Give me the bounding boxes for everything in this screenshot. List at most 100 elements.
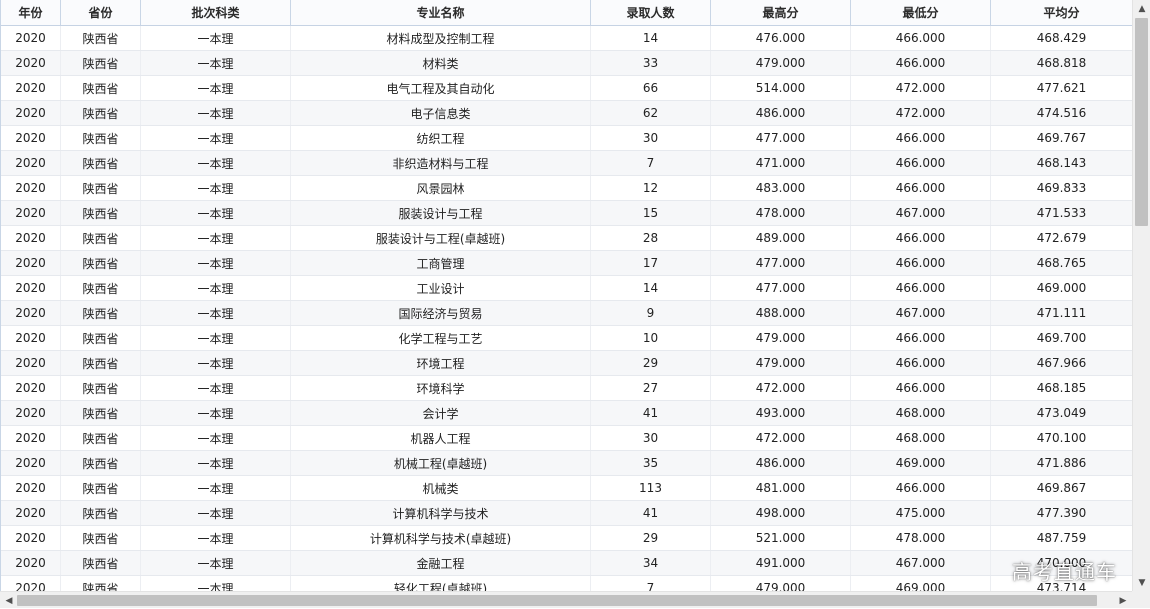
- table-cell: 29: [591, 526, 711, 550]
- table-cell: 一本理: [141, 201, 291, 225]
- table-row[interactable]: 2020 陕西省 一本理 会计学 41 493.000 468.000 473.049: [1, 401, 1133, 426]
- table-cell: 479.000: [711, 326, 851, 350]
- data-grid: 年份 省份 批次科类 专业名称 录取人数 最高分 最低分 平均分 2020 陕西省 一本理 材料成型…: [0, 0, 1133, 591]
- table-cell: 2020: [1, 551, 61, 575]
- table-cell: 一本理: [141, 301, 291, 325]
- vertical-scrollbar[interactable]: ▲ ▼: [1132, 0, 1150, 591]
- table-cell: 2020: [1, 76, 61, 100]
- scroll-right-icon[interactable]: ▶: [1114, 592, 1132, 609]
- table-row[interactable]: 2020 陕西省 一本理 计算机科学与技术 41 498.000 475.000 477.39…: [1, 501, 1133, 526]
- table-cell: 466.000: [851, 226, 991, 250]
- table-cell: 469.000: [991, 276, 1133, 300]
- table-cell: 469.867: [991, 476, 1133, 500]
- table-cell: 2020: [1, 51, 61, 75]
- table-cell: 陕西省: [61, 301, 141, 325]
- table-cell: 2020: [1, 376, 61, 400]
- table-cell: 17: [591, 251, 711, 275]
- table-cell: 金融工程: [291, 551, 591, 575]
- table-row[interactable]: 2020 陕西省 一本理 工业设计 14 477.000 466.000 469.000: [1, 276, 1133, 301]
- horizontal-scroll-thumb[interactable]: [17, 595, 1097, 606]
- table-cell: 陕西省: [61, 426, 141, 450]
- column-header[interactable]: 批次科类: [141, 0, 291, 25]
- table-row[interactable]: 2020 陕西省 一本理 环境工程 29 479.000 466.000 467.966: [1, 351, 1133, 376]
- column-header[interactable]: 最低分: [851, 0, 991, 25]
- table-cell: 466.000: [851, 326, 991, 350]
- table-cell: 计算机科学与技术: [291, 501, 591, 525]
- table-cell: 28: [591, 226, 711, 250]
- table-cell: 468.000: [851, 426, 991, 450]
- table-row[interactable]: 2020 陕西省 一本理 轻化工程(卓越班) 7 479.000 469.000 473.71…: [1, 576, 1133, 591]
- scroll-down-icon[interactable]: ▼: [1133, 574, 1150, 591]
- scrollbar-corner: [1132, 591, 1150, 608]
- table-cell: 468.818: [991, 51, 1133, 75]
- table-cell: 一本理: [141, 476, 291, 500]
- table-row[interactable]: 2020 陕西省 一本理 机械工程(卓越班) 35 486.000 469.000 471.8…: [1, 451, 1133, 476]
- column-header[interactable]: 录取人数: [591, 0, 711, 25]
- table-cell: 113: [591, 476, 711, 500]
- table-cell: 467.000: [851, 551, 991, 575]
- table-row[interactable]: 2020 陕西省 一本理 电子信息类 62 486.000 472.000 474.516: [1, 101, 1133, 126]
- scroll-up-icon[interactable]: ▲: [1133, 0, 1150, 17]
- table-row[interactable]: 2020 陕西省 一本理 机器人工程 30 472.000 468.000 470.100: [1, 426, 1133, 451]
- table-cell: 34: [591, 551, 711, 575]
- table-cell: 472.679: [991, 226, 1133, 250]
- table-cell: 2020: [1, 501, 61, 525]
- table-cell: 471.111: [991, 301, 1133, 325]
- table-cell: 一本理: [141, 176, 291, 200]
- column-header[interactable]: 专业名称: [291, 0, 591, 25]
- table-cell: 风景园林: [291, 176, 591, 200]
- table-cell: 2020: [1, 276, 61, 300]
- table-cell: 483.000: [711, 176, 851, 200]
- table-cell: 467.000: [851, 301, 991, 325]
- table-row[interactable]: 2020 陕西省 一本理 工商管理 17 477.000 466.000 468.765: [1, 251, 1133, 276]
- table-row[interactable]: 2020 陕西省 一本理 环境科学 27 472.000 466.000 468.185: [1, 376, 1133, 401]
- table-row[interactable]: 2020 陕西省 一本理 材料类 33 479.000 466.000 468.818: [1, 51, 1133, 76]
- table-row[interactable]: 2020 陕西省 一本理 纺织工程 30 477.000 466.000 469.767: [1, 126, 1133, 151]
- table-cell: 521.000: [711, 526, 851, 550]
- table-cell: 陕西省: [61, 551, 141, 575]
- horizontal-scrollbar[interactable]: ◀ ▶: [0, 591, 1132, 608]
- table-row[interactable]: 2020 陕西省 一本理 计算机科学与技术(卓越班) 29 521.000 478.000 4…: [1, 526, 1133, 551]
- table-cell: 一本理: [141, 51, 291, 75]
- table-cell: 一本理: [141, 576, 291, 591]
- table-row[interactable]: 2020 陕西省 一本理 服装设计与工程 15 478.000 467.000 471.533: [1, 201, 1133, 226]
- column-header[interactable]: 年份: [1, 0, 61, 25]
- table-cell: 陕西省: [61, 326, 141, 350]
- table-body: 2020 陕西省 一本理 材料成型及控制工程 14 476.000 466.000 468.4…: [1, 26, 1133, 591]
- table-cell: 472.000: [851, 101, 991, 125]
- column-header[interactable]: 最高分: [711, 0, 851, 25]
- column-header[interactable]: 省份: [61, 0, 141, 25]
- table-cell: 514.000: [711, 76, 851, 100]
- table-cell: 477.000: [711, 276, 851, 300]
- table-row[interactable]: 2020 陕西省 一本理 金融工程 34 491.000 467.000 470.000: [1, 551, 1133, 576]
- table-cell: 469.767: [991, 126, 1133, 150]
- table-cell: 一本理: [141, 426, 291, 450]
- table-cell: 471.886: [991, 451, 1133, 475]
- table-row[interactable]: 2020 陕西省 一本理 材料成型及控制工程 14 476.000 466.000 468.4…: [1, 26, 1133, 51]
- table-row[interactable]: 2020 陕西省 一本理 风景园林 12 483.000 466.000 469.833: [1, 176, 1133, 201]
- table-cell: 一本理: [141, 326, 291, 350]
- table-cell: 2020: [1, 476, 61, 500]
- table-cell: 469.833: [991, 176, 1133, 200]
- table-cell: 14: [591, 276, 711, 300]
- scroll-left-icon[interactable]: ◀: [0, 592, 18, 609]
- table-cell: 国际经济与贸易: [291, 301, 591, 325]
- table-cell: 陕西省: [61, 201, 141, 225]
- table-cell: 一本理: [141, 226, 291, 250]
- table-cell: 2020: [1, 301, 61, 325]
- table-cell: 466.000: [851, 51, 991, 75]
- table-cell: 466.000: [851, 126, 991, 150]
- table-row[interactable]: 2020 陕西省 一本理 非织造材料与工程 7 471.000 466.000 468.143: [1, 151, 1133, 176]
- table-row[interactable]: 2020 陕西省 一本理 国际经济与贸易 9 488.000 467.000 471.111: [1, 301, 1133, 326]
- table-cell: 陕西省: [61, 26, 141, 50]
- table-cell: 469.000: [851, 451, 991, 475]
- table-cell: 材料成型及控制工程: [291, 26, 591, 50]
- table-row[interactable]: 2020 陕西省 一本理 化学工程与工艺 10 479.000 466.000 469.700: [1, 326, 1133, 351]
- table-row[interactable]: 2020 陕西省 一本理 服装设计与工程(卓越班) 28 489.000 466.000 47…: [1, 226, 1133, 251]
- table-row[interactable]: 2020 陕西省 一本理 机械类 113 481.000 466.000 469.867: [1, 476, 1133, 501]
- column-header[interactable]: 平均分: [991, 0, 1133, 25]
- table-cell: 陕西省: [61, 501, 141, 525]
- table-row[interactable]: 2020 陕西省 一本理 电气工程及其自动化 66 514.000 472.000 477.6…: [1, 76, 1133, 101]
- vertical-scroll-thumb[interactable]: [1135, 18, 1148, 226]
- table-cell: 2020: [1, 176, 61, 200]
